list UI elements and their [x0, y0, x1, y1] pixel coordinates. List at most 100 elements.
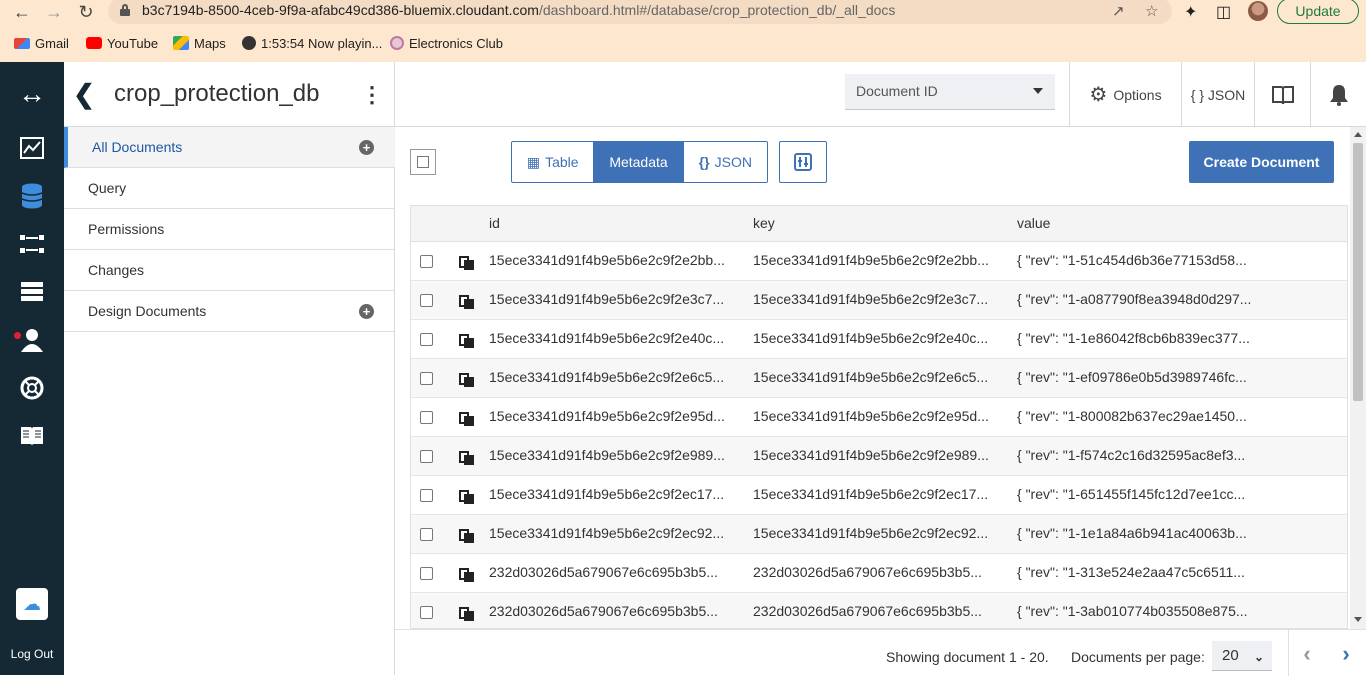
table-row[interactable]: 15ece3341d91f4b9e5b6e2c9f2e95d... 15ece33… [411, 398, 1347, 437]
address-bar[interactable]: b3c7194b-8500-4ceb-9f9a-afabc49cd386-blu… [108, 0, 1172, 24]
copy-icon[interactable] [459, 370, 475, 387]
previous-page-icon[interactable]: ‹ [1295, 641, 1319, 666]
profile-avatar[interactable] [1248, 1, 1268, 21]
copy-icon[interactable] [459, 448, 475, 465]
replication-icon[interactable] [16, 228, 48, 260]
database-icon[interactable] [16, 180, 48, 212]
table-header: id key value [411, 206, 1347, 242]
sidebar-item-all-documents[interactable]: All Documents + [64, 127, 395, 168]
table-row[interactable]: 15ece3341d91f4b9e5b6e2c9f2e40c... 15ece33… [411, 320, 1347, 359]
url-text: b3c7194b-8500-4ceb-9f9a-afabc49cd386-blu… [142, 2, 896, 18]
cell-id[interactable]: 15ece3341d91f4b9e5b6e2c9f2e6c5... [489, 369, 724, 385]
cell-id[interactable]: 15ece3341d91f4b9e5b6e2c9f2ec92... [489, 525, 724, 541]
table-row[interactable]: 15ece3341d91f4b9e5b6e2c9f2e989... 15ece33… [411, 437, 1347, 476]
side-panel-icon[interactable]: ◫ [1216, 2, 1231, 22]
notifications-button[interactable] [1310, 62, 1366, 127]
bookmark-gmail[interactable]: Gmail [14, 33, 69, 53]
logout-button[interactable]: Log Out [0, 647, 64, 661]
table-row[interactable]: 15ece3341d91f4b9e5b6e2c9f2ec92... 15ece33… [411, 515, 1347, 554]
copy-icon[interactable] [459, 253, 475, 270]
support-icon[interactable] [16, 372, 48, 404]
select-all-checkbox[interactable] [410, 149, 436, 175]
row-checkbox[interactable] [420, 606, 433, 619]
api-docs-button[interactable] [1254, 62, 1310, 127]
account-icon[interactable] [16, 324, 48, 356]
monitoring-icon[interactable] [16, 132, 48, 164]
row-checkbox[interactable] [420, 567, 433, 580]
cell-id[interactable]: 15ece3341d91f4b9e5b6e2c9f2ec17... [489, 486, 724, 502]
view-table-button[interactable]: ▦ Table [512, 142, 593, 182]
scroll-thumb[interactable] [1353, 143, 1363, 401]
json-header-button[interactable]: { } JSON [1181, 62, 1254, 127]
cell-id[interactable]: 15ece3341d91f4b9e5b6e2c9f2e95d... [489, 408, 725, 424]
back-chevron-icon[interactable]: ❮ [72, 78, 96, 110]
sidebar-item-changes[interactable]: Changes [64, 250, 395, 291]
bookmark-maps[interactable]: Maps [173, 33, 226, 53]
copy-icon[interactable] [459, 604, 475, 621]
scroll-up-icon[interactable] [1354, 132, 1362, 137]
scrollbar[interactable] [1350, 127, 1366, 629]
next-page-icon[interactable]: › [1334, 641, 1358, 666]
view-metadata-button[interactable]: Metadata [593, 142, 684, 182]
sidebar-item-design-documents[interactable]: Design Documents + [64, 291, 395, 332]
bookmark-youtube[interactable]: YouTube [86, 33, 158, 53]
table-row[interactable]: 15ece3341d91f4b9e5b6e2c9f2e2bb... 15ece33… [411, 242, 1347, 281]
cell-key: 15ece3341d91f4b9e5b6e2c9f2ec92... [753, 525, 989, 541]
row-checkbox[interactable] [420, 372, 433, 385]
row-checkbox[interactable] [420, 333, 433, 346]
cell-id[interactable]: 15ece3341d91f4b9e5b6e2c9f2e3c7... [489, 291, 724, 307]
row-checkbox[interactable] [420, 489, 433, 502]
cell-id[interactable]: 232d03026d5a679067e6c695b3b5... [489, 603, 718, 619]
view-json-button[interactable]: {} JSON [684, 142, 767, 182]
bookmark-electronics-club[interactable]: Electronics Club [390, 33, 503, 53]
expand-icon[interactable]: ↔ [16, 78, 48, 110]
bookmark-star-icon[interactable]: ☆ [1145, 2, 1158, 20]
cell-id[interactable]: 15ece3341d91f4b9e5b6e2c9f2e2bb... [489, 252, 725, 268]
extensions-icon[interactable]: ✦ [1184, 2, 1197, 22]
sidebar-item-query[interactable]: Query [64, 168, 395, 209]
table-row[interactable]: 15ece3341d91f4b9e5b6e2c9f2e6c5... 15ece33… [411, 359, 1347, 398]
table-row[interactable]: 15ece3341d91f4b9e5b6e2c9f2e3c7... 15ece33… [411, 281, 1347, 320]
column-header-id[interactable]: id [489, 215, 500, 231]
cell-id[interactable]: 15ece3341d91f4b9e5b6e2c9f2e989... [489, 447, 725, 463]
row-checkbox[interactable] [420, 528, 433, 541]
document-id-select[interactable]: Document ID [845, 74, 1055, 110]
row-checkbox[interactable] [420, 450, 433, 463]
cell-key: 15ece3341d91f4b9e5b6e2c9f2e3c7... [753, 291, 989, 307]
add-icon[interactable]: + [359, 140, 374, 155]
copy-icon[interactable] [459, 487, 475, 504]
create-document-button[interactable]: Create Document [1189, 141, 1334, 183]
row-checkbox[interactable] [420, 411, 433, 424]
update-button[interactable]: Update [1277, 0, 1359, 24]
database-header: ❮ crop_protection_db ⋮ Document ID ⚙ Opt… [64, 62, 1366, 127]
per-page-select[interactable]: 20 ⌄ [1212, 641, 1272, 671]
docs-icon[interactable] [16, 420, 48, 452]
copy-icon[interactable] [459, 292, 475, 309]
forward-arrow-icon[interactable]: → [42, 0, 66, 24]
column-header-key[interactable]: key [753, 215, 775, 231]
sidebar-item-permissions[interactable]: Permissions [64, 209, 395, 250]
back-arrow-icon[interactable]: ← [10, 0, 34, 24]
column-settings-button[interactable] [779, 141, 827, 183]
copy-icon[interactable] [459, 409, 475, 426]
column-header-value[interactable]: value [1017, 215, 1050, 231]
database-menu-icon[interactable]: ⋮ [361, 80, 383, 110]
table-row[interactable]: 232d03026d5a679067e6c695b3b5... 232d03026… [411, 554, 1347, 593]
table-row[interactable]: 15ece3341d91f4b9e5b6e2c9f2ec17... 15ece33… [411, 476, 1347, 515]
cell-id[interactable]: 232d03026d5a679067e6c695b3b5... [489, 564, 718, 580]
add-icon[interactable]: + [359, 304, 374, 319]
cell-key: 15ece3341d91f4b9e5b6e2c9f2e6c5... [753, 369, 989, 385]
copy-icon[interactable] [459, 331, 475, 348]
table-row[interactable]: 232d03026d5a679067e6c695b3b5... 232d03026… [411, 593, 1347, 628]
copy-icon[interactable] [459, 526, 475, 543]
share-icon[interactable]: ↗ [1112, 2, 1125, 20]
bookmark-now-playing[interactable]: 1:53:54 Now playin... [242, 33, 382, 53]
options-button[interactable]: ⚙ Options [1069, 62, 1181, 127]
reload-icon[interactable]: ↻ [74, 0, 98, 24]
active-tasks-icon[interactable] [16, 276, 48, 308]
scroll-down-icon[interactable] [1354, 617, 1362, 622]
cell-id[interactable]: 15ece3341d91f4b9e5b6e2c9f2e40c... [489, 330, 724, 346]
row-checkbox[interactable] [420, 294, 433, 307]
copy-icon[interactable] [459, 565, 475, 582]
row-checkbox[interactable] [420, 255, 433, 268]
